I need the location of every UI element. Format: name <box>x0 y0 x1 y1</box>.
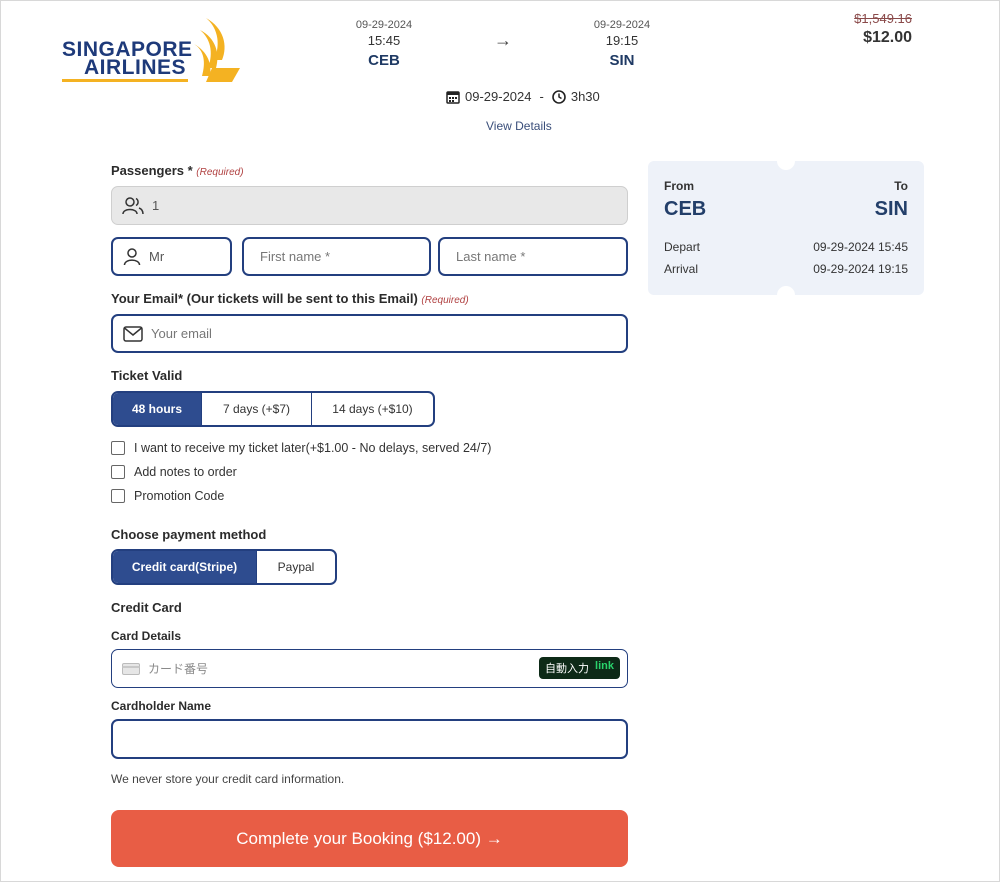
users-icon <box>122 196 144 214</box>
arrival-time: 19:15 <box>605 33 639 48</box>
logo-underline <box>62 79 188 82</box>
to-code: SIN <box>874 198 908 220</box>
add-notes-checkbox[interactable] <box>111 465 125 479</box>
summary-codes-row: CEB SIN <box>664 198 908 221</box>
payment-option-stripe[interactable]: Credit card(Stripe) <box>113 551 257 583</box>
ticket-notch-bottom <box>777 286 795 295</box>
passengers-label: Passengers * (Required) <box>111 163 244 178</box>
envelope-icon <box>123 325 143 342</box>
ticket-option-14d[interactable]: 14 days (+$10) <box>312 393 433 425</box>
to-label: To <box>894 179 908 193</box>
add-notes-label: Add notes to order <box>134 465 237 479</box>
flight-duration: 3h30 <box>570 89 600 104</box>
original-price: $1,549.16 <box>854 11 912 26</box>
card-storage-disclaimer: We never store your credit card informat… <box>111 772 345 786</box>
title-select[interactable]: Mr <box>111 237 232 276</box>
add-notes-option[interactable]: Add notes to order <box>111 465 237 479</box>
promo-code-option[interactable]: Promotion Code <box>111 489 224 503</box>
ticket-valid-label: Ticket Valid <box>111 368 183 383</box>
passengers-count-value: 1 <box>152 198 160 213</box>
trip-summary-card: From To CEB SIN Depart 09-29-2024 15:45 … <box>648 161 924 295</box>
summary-labels-row: From To <box>664 179 908 193</box>
arrival-block: 09-29-2024 19:15 SIN <box>582 19 662 69</box>
card-number-input[interactable]: カード番号 自動入力 link <box>111 649 628 688</box>
last-name-input[interactable]: Last name * <box>438 237 628 276</box>
passengers-label-text: Passengers * <box>111 163 193 178</box>
cardholder-name-input[interactable] <box>111 719 628 759</box>
email-input[interactable]: Your email <box>111 314 628 353</box>
credit-card-icon <box>122 662 140 675</box>
ticket-notch-top <box>777 161 795 170</box>
autofill-link-button[interactable]: 自動入力 link <box>539 657 620 679</box>
email-placeholder: Your email <box>151 326 212 341</box>
cardholder-label: Cardholder Name <box>111 699 212 713</box>
user-icon <box>123 247 141 265</box>
calendar-icon <box>446 90 460 104</box>
current-price: $12.00 <box>863 29 912 46</box>
required-note: (Required) <box>196 167 244 178</box>
arrival-date: 09-29-2024 <box>593 19 651 31</box>
email-required-note: (Required) <box>421 295 469 306</box>
receive-later-checkbox[interactable] <box>111 441 125 455</box>
depart-label: Depart <box>664 240 701 254</box>
complete-booking-button[interactable]: Complete your Booking ($12.00) → <box>111 810 628 867</box>
departure-code: CEB <box>368 52 400 69</box>
view-details-link[interactable]: View Details <box>486 119 552 133</box>
from-code: CEB <box>664 198 707 220</box>
payment-option-paypal[interactable]: Paypal <box>257 551 335 583</box>
bird-logo-icon <box>194 18 240 82</box>
ticket-valid-selector: 48 hours 7 days (+$7) 14 days (+$10) <box>111 391 435 427</box>
price-block: $1,549.16 $12.00 <box>854 11 912 47</box>
promo-code-checkbox[interactable] <box>111 489 125 503</box>
depart-value: 09-29-2024 15:45 <box>813 240 908 254</box>
first-name-input[interactable]: First name * <box>242 237 431 276</box>
autofill-link-text: link <box>595 660 614 672</box>
logo-text-line2: AIRLINES <box>84 56 187 79</box>
email-label-text: Your Email* (Our tickets will be sent to… <box>111 291 418 306</box>
departure-time: 15:45 <box>367 33 401 48</box>
clock-icon <box>552 89 566 104</box>
arrival-value: 09-29-2024 19:15 <box>813 262 908 276</box>
arrival-label: Arrival <box>664 262 699 276</box>
ticket-option-7d[interactable]: 7 days (+$7) <box>202 393 312 425</box>
passengers-count-field: 1 <box>111 186 628 225</box>
card-details-label: Card Details <box>111 629 182 643</box>
flight-meta: 09-29-2024 - 3h30 <box>446 89 600 104</box>
last-name-placeholder: Last name * <box>456 249 526 264</box>
departure-date: 09-29-2024 <box>355 19 413 31</box>
title-value: Mr <box>149 249 165 264</box>
from-label: From <box>664 179 694 193</box>
meta-separator: - <box>539 89 544 104</box>
airline-logo: SINGAPORE AIRLINES <box>62 16 244 84</box>
credit-card-heading: Credit Card <box>111 600 182 615</box>
arrival-code: SIN <box>609 52 635 69</box>
arrival-row: Arrival 09-29-2024 19:15 <box>664 262 908 276</box>
payment-method-label: Choose payment method <box>111 527 267 542</box>
depart-row: Depart 09-29-2024 15:45 <box>664 240 908 254</box>
email-label: Your Email* (Our tickets will be sent to… <box>111 291 469 306</box>
flight-date: 09-29-2024 <box>465 89 532 104</box>
promo-code-label: Promotion Code <box>134 489 225 503</box>
ticket-option-48h[interactable]: 48 hours <box>113 393 202 425</box>
first-name-placeholder: First name * <box>260 249 331 264</box>
receive-later-label: I want to receive my ticket later(+$1.00… <box>134 441 492 455</box>
autofill-label: 自動入力 <box>545 662 590 675</box>
departure-block: 09-29-2024 15:45 CEB <box>344 19 424 69</box>
route-arrow-icon: → <box>494 30 512 50</box>
card-number-placeholder: カード番号 <box>148 662 209 676</box>
receive-later-option[interactable]: I want to receive my ticket later(+$1.00… <box>111 441 491 455</box>
payment-method-selector: Credit card(Stripe) Paypal <box>111 549 337 585</box>
